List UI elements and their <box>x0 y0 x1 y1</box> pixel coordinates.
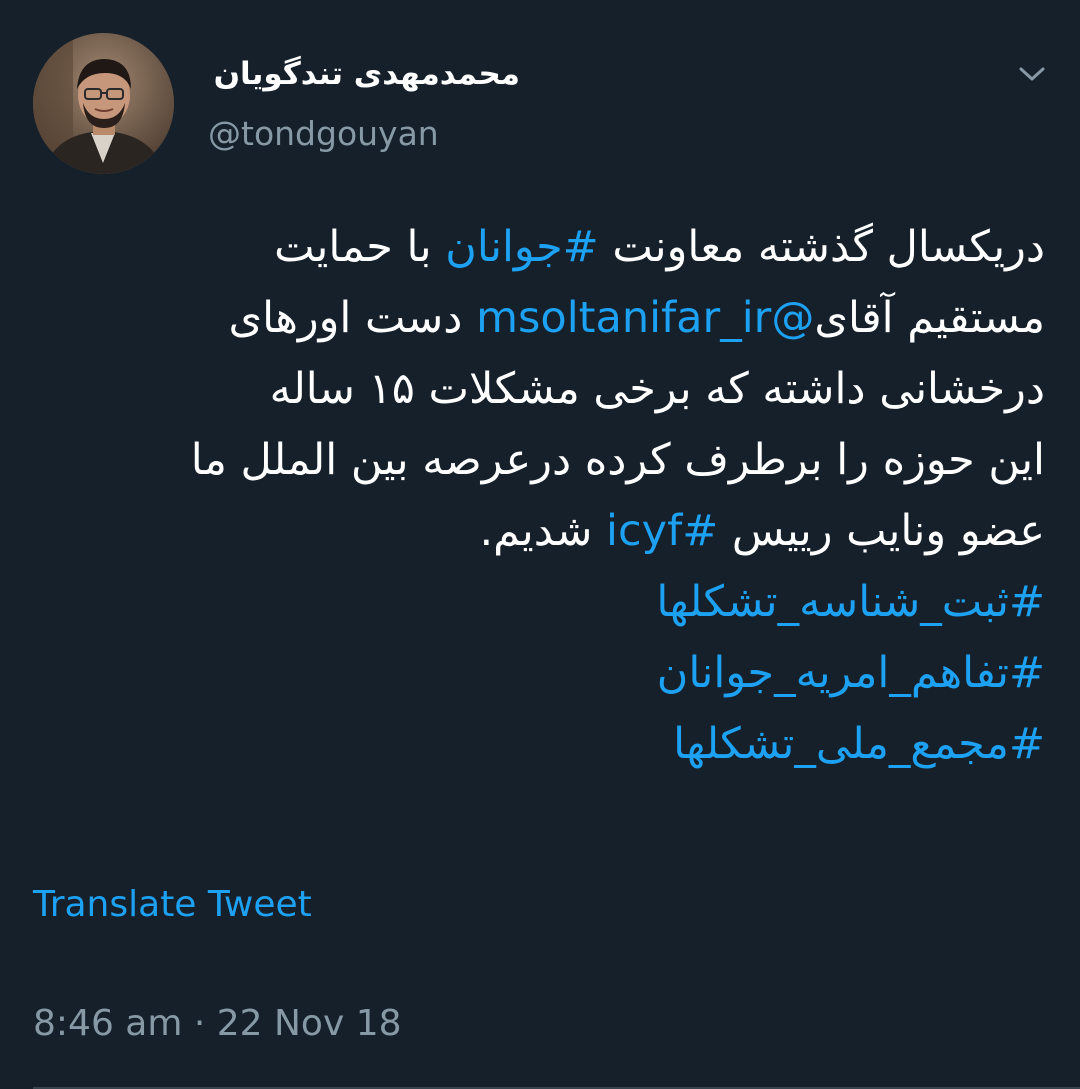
author-handle[interactable]: @tondgouyan <box>208 114 439 153</box>
tweet-text-segment: با حمایت <box>274 222 446 272</box>
chevron-down-icon <box>1019 67 1045 81</box>
translate-tweet-link[interactable]: Translate Tweet <box>33 884 312 925</box>
tweet-line: دریکسال گذشته معاونت #جوانان با حمایت <box>40 212 1045 283</box>
tweet-body: دریکسال گذشته معاونت #جوانان با حمایت مس… <box>40 212 1045 780</box>
avatar[interactable] <box>33 33 174 174</box>
tweet-menu-button[interactable] <box>1012 56 1052 92</box>
tweet-text-segment: شدیم. <box>479 506 607 556</box>
hashtag-link[interactable]: #مجمع_ملی_تشکلها <box>40 709 1045 780</box>
hashtag-link[interactable]: #icyf <box>606 506 718 556</box>
profile-photo-icon <box>33 33 174 174</box>
hashtag-link[interactable]: #تفاهم_امریه_جوانان <box>40 638 1045 709</box>
tweet-text-segment: عضو ونایب رییس <box>718 506 1045 556</box>
hashtag-link[interactable]: #ثبت_شناسه_تشکلها <box>40 567 1045 638</box>
tweet-line: مستقیم آقای@msoltanifar_ir دست اورهای <box>40 283 1045 354</box>
tweet-line: این حوزه را برطرف کرده درعرصه بین الملل … <box>190 435 1045 485</box>
tweet-line: عضو ونایب رییس #icyf شدیم. <box>40 496 1045 567</box>
hashtag-link[interactable]: #جوانان <box>445 222 598 272</box>
tweet-timestamp[interactable]: 8:46 am · 22 Nov 18 <box>33 1003 402 1044</box>
tweet-card: محمدمهدی تندگویان @tondgouyan دریکسال گذ… <box>0 0 1080 1089</box>
tweet-text-segment: مستقیم آقای <box>814 293 1045 343</box>
tweet-line: درخشانی داشته که برخی مشکلات ۱۵ ساله <box>269 364 1045 414</box>
author-display-name[interactable]: محمدمهدی تندگویان <box>214 56 520 92</box>
tweet-text-segment: دریکسال گذشته معاونت <box>598 222 1045 272</box>
mention-link[interactable]: @msoltanifar_ir <box>476 293 814 343</box>
tweet-text-segment: دست اورهای <box>228 293 477 343</box>
